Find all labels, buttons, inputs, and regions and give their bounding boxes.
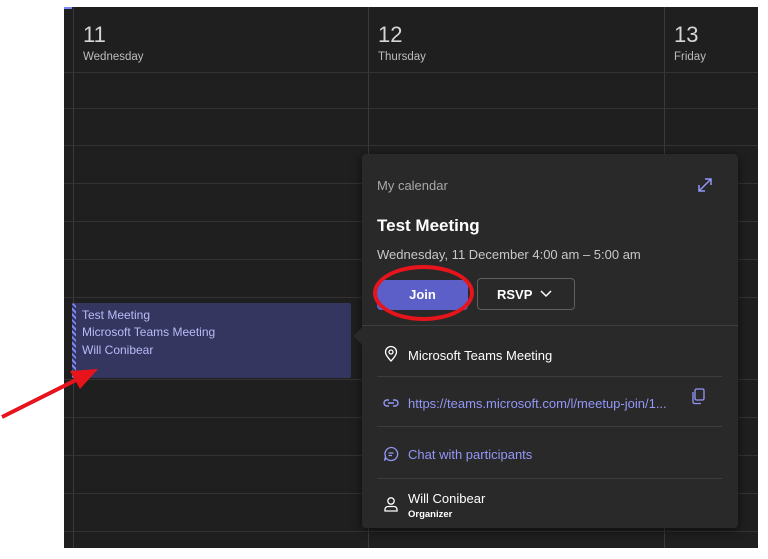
event-organizer: Will Conibear: [82, 343, 154, 357]
location-pin-icon: [384, 345, 398, 362]
popup-time: Wednesday, 11 December 4:00 am – 5:00 am: [377, 247, 641, 262]
divider: [377, 478, 722, 479]
day-number: 11: [83, 22, 106, 47]
rsvp-button[interactable]: RSVP: [477, 278, 575, 310]
person-icon: [384, 497, 398, 512]
day-number: 13: [674, 22, 699, 47]
event-details-popup: My calendar Test Meeting Wednesday, 11 D…: [353, 154, 738, 528]
hour-line: [64, 531, 758, 532]
event-title: Test Meeting: [82, 308, 151, 322]
day-name: Friday: [674, 51, 706, 63]
popup-location: Microsoft Teams Meeting: [408, 348, 553, 363]
meeting-link[interactable]: https://teams.microsoft.com/l/meetup-joi…: [408, 396, 667, 411]
annotation-ellipse: [373, 265, 474, 321]
chevron-down-icon: [540, 290, 552, 298]
day-name: Thursday: [378, 51, 426, 63]
hour-line: [64, 108, 758, 109]
event-location: Microsoft Teams Meeting: [82, 325, 216, 339]
column-divider: [73, 7, 74, 548]
day-header-thursday[interactable]: 12 Thursday: [378, 21, 426, 65]
popup-title: Test Meeting: [377, 216, 480, 235]
event-block-test-meeting[interactable]: Test Meeting Microsoft Teams Meeting Wil…: [72, 303, 351, 378]
day-header-friday[interactable]: 13 Friday: [674, 21, 706, 65]
day-number: 12: [378, 22, 403, 47]
day-header-wednesday[interactable]: 11 Wednesday: [83, 21, 144, 65]
divider: [377, 426, 722, 427]
copy-icon[interactable]: [691, 387, 707, 405]
organizer-name: Will Conibear: [408, 491, 486, 506]
link-icon: [383, 399, 399, 407]
today-indicator: [64, 7, 72, 9]
day-name: Wednesday: [83, 51, 144, 63]
organizer-role: Organizer: [408, 509, 453, 520]
rsvp-label: RSVP: [497, 287, 533, 302]
divider: [377, 376, 722, 377]
expand-icon[interactable]: [696, 176, 714, 194]
chat-icon: [383, 446, 399, 462]
hour-line: [64, 72, 758, 73]
annotation-arrow: [1, 369, 98, 419]
divider: [362, 325, 738, 326]
hour-line: [64, 145, 758, 146]
popup-pointer: [353, 327, 371, 345]
calendar-name: My calendar: [377, 178, 448, 193]
chat-with-participants-link[interactable]: Chat with participants: [408, 447, 532, 462]
